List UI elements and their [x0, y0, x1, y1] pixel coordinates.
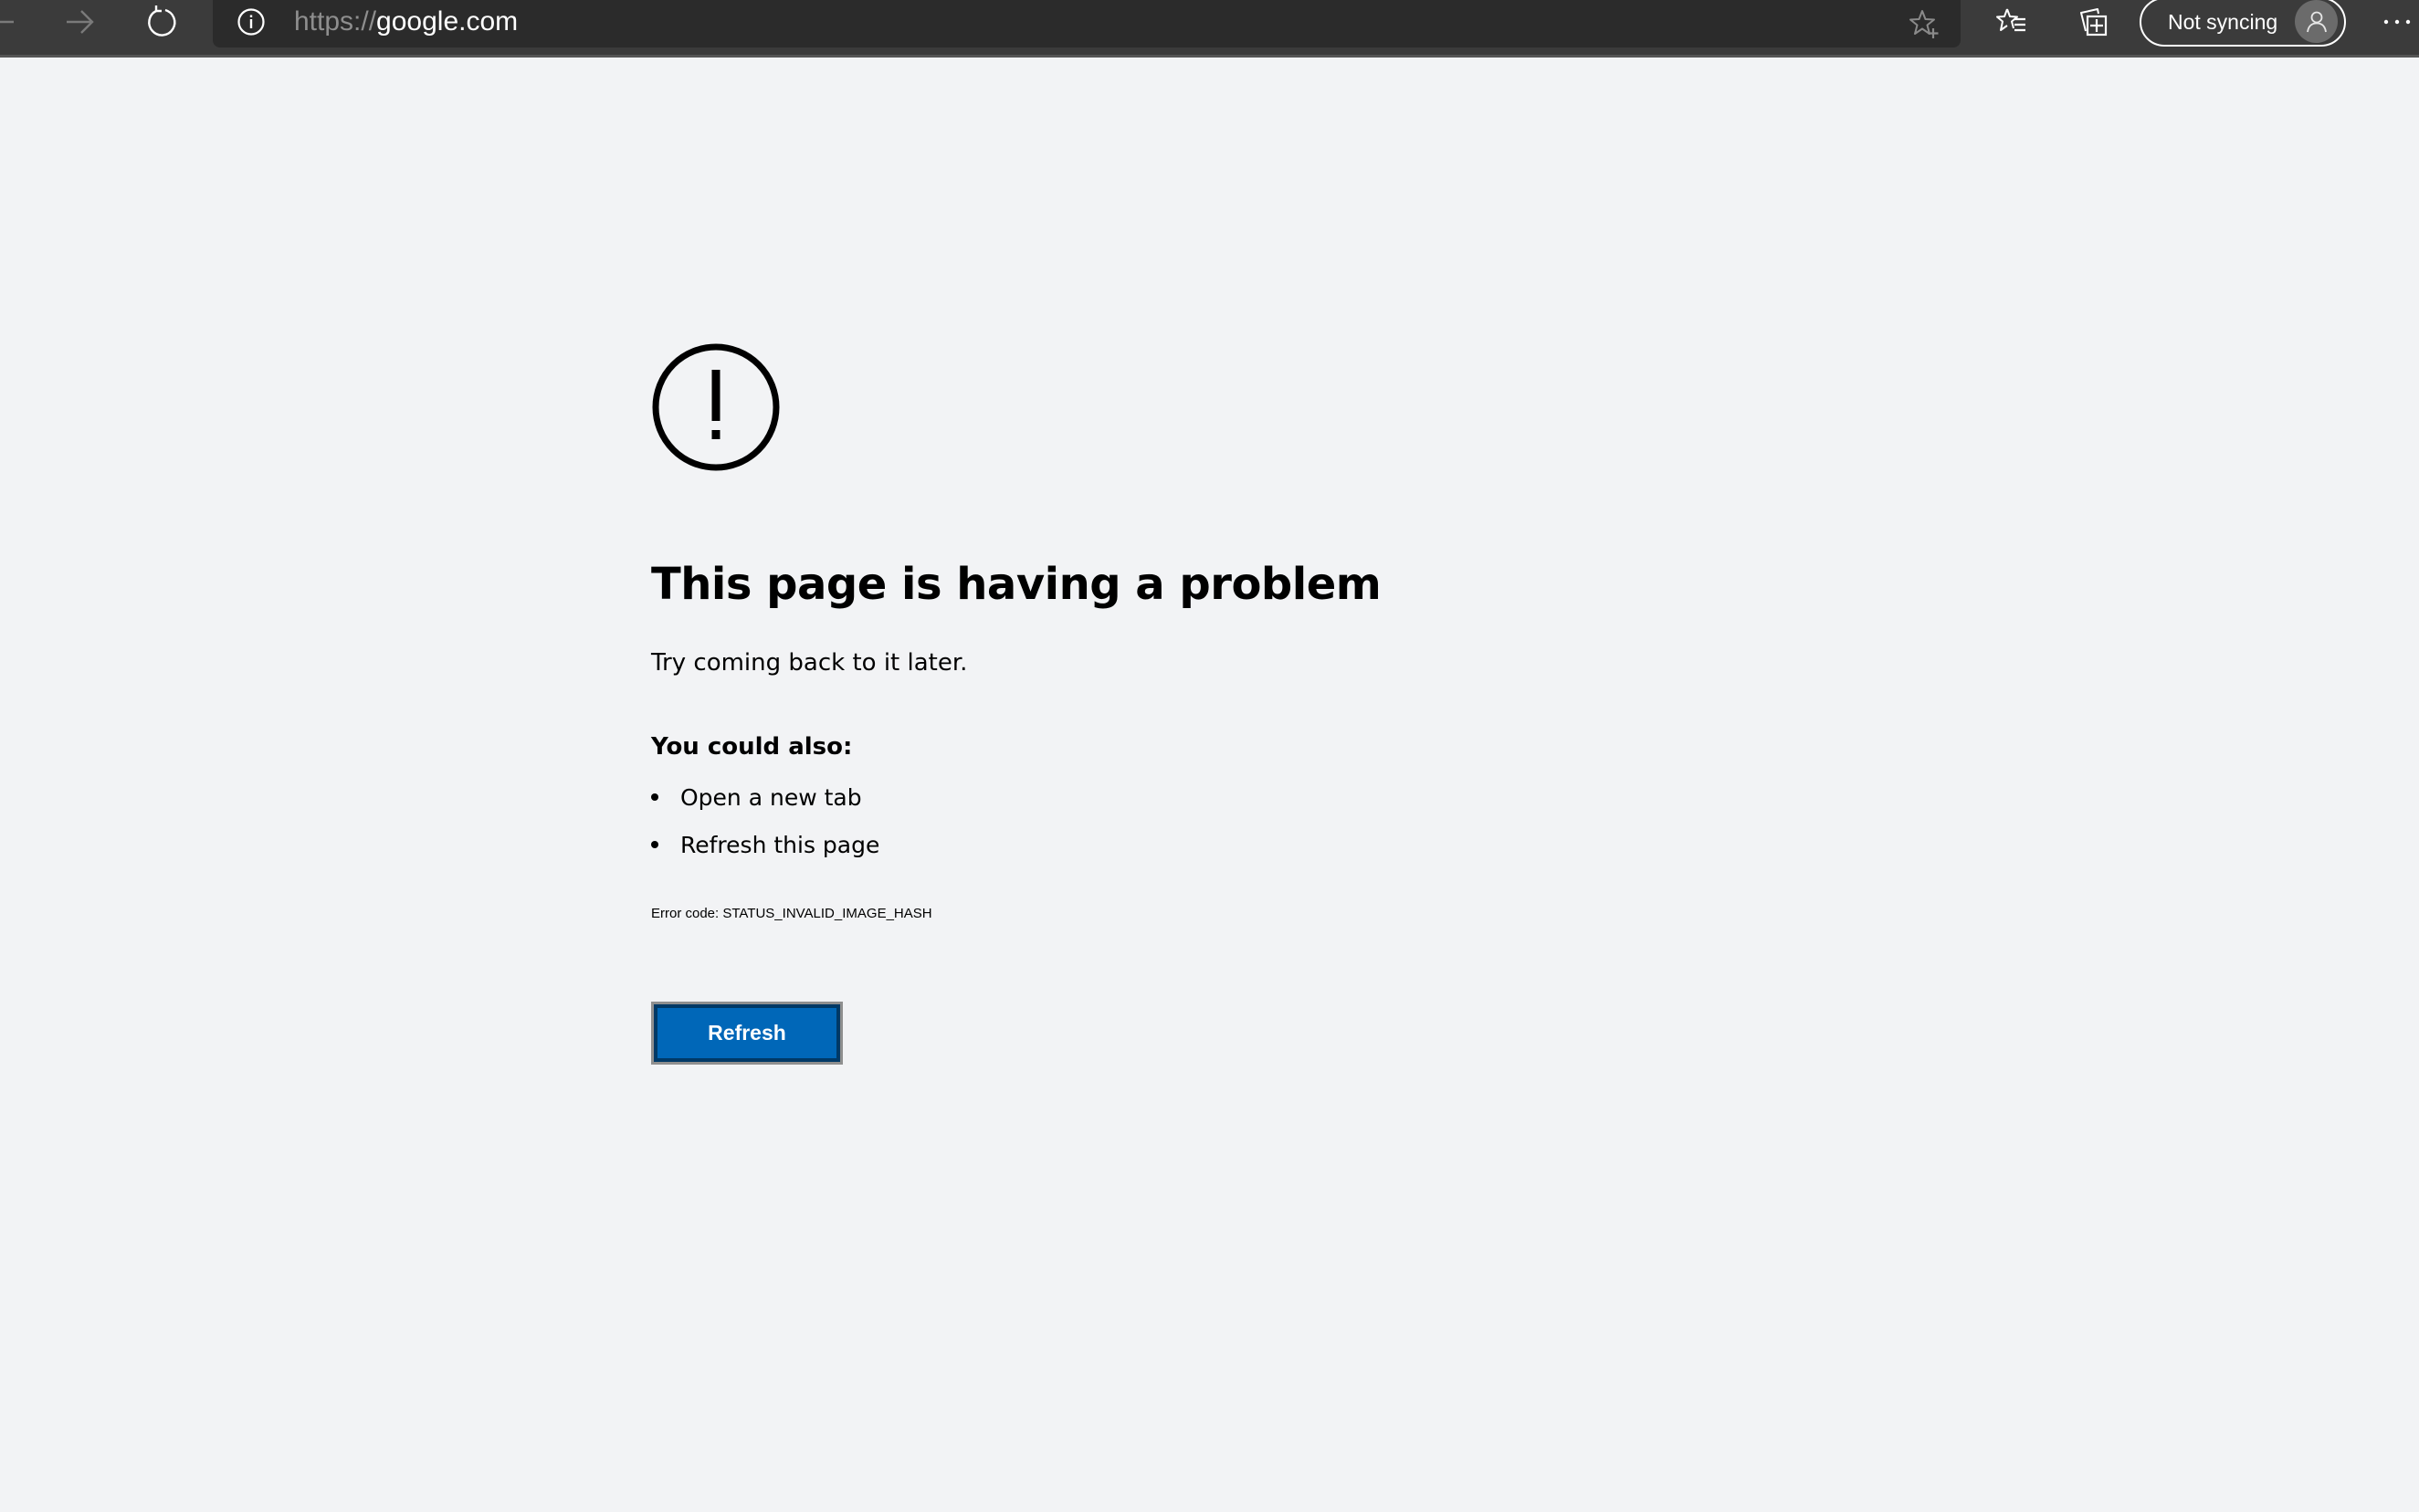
error-code: Error code: STATUS_INVALID_IMAGE_HASH — [651, 906, 932, 921]
error-subtitle: Try coming back to it later. — [651, 649, 968, 677]
ellipsis-icon — [2383, 19, 2410, 25]
list-item: Open a new tab — [651, 782, 879, 829]
profile-button[interactable]: Not syncing — [2140, 0, 2346, 47]
star-plus-icon — [1909, 10, 1939, 38]
refresh-browser-button[interactable] — [134, 0, 189, 44]
favorites-button[interactable] — [1984, 0, 2039, 44]
arrow-right-icon — [67, 10, 94, 34]
collections-button[interactable] — [2067, 0, 2121, 44]
favorites-list-icon — [1996, 8, 2025, 32]
list-item: Refresh this page — [651, 829, 879, 877]
arrow-left-icon — [0, 20, 14, 24]
settings-and-more-button[interactable] — [2374, 0, 2419, 44]
refresh-icon — [148, 5, 176, 37]
url-host: google.com — [376, 6, 519, 37]
browser-toolbar: https://google.com Not syncing — [0, 0, 2419, 55]
info-icon — [237, 8, 265, 36]
url-text[interactable]: https://google.com — [294, 2, 518, 42]
person-icon — [2306, 11, 2327, 32]
back-button[interactable] — [0, 0, 27, 44]
bullet-icon — [651, 793, 658, 801]
collections-icon — [2080, 8, 2108, 37]
suggestion-open-new-tab: Open a new tab — [680, 784, 862, 811]
profile-sync-status: Not syncing — [2168, 9, 2278, 34]
bullet-icon — [651, 841, 658, 848]
suggestions-list: Open a new tab Refresh this page — [651, 782, 879, 877]
url-scheme: https:// — [294, 6, 377, 37]
avatar — [2295, 0, 2338, 43]
refresh-button[interactable]: Refresh — [651, 1002, 843, 1065]
toolbar-divider — [0, 55, 2419, 58]
forward-button[interactable] — [53, 0, 108, 44]
add-favorite-button[interactable] — [1904, 4, 1944, 44]
exclamation-circle-icon — [652, 343, 780, 471]
refresh-button-label: Refresh — [654, 1004, 840, 1062]
suggestion-refresh-page: Refresh this page — [680, 832, 880, 858]
address-bar[interactable]: https://google.com — [213, 0, 1961, 47]
page-title: This page is having a problem — [651, 559, 1382, 610]
site-info-button[interactable] — [233, 4, 269, 40]
suggestions-title: You could also: — [651, 733, 853, 761]
